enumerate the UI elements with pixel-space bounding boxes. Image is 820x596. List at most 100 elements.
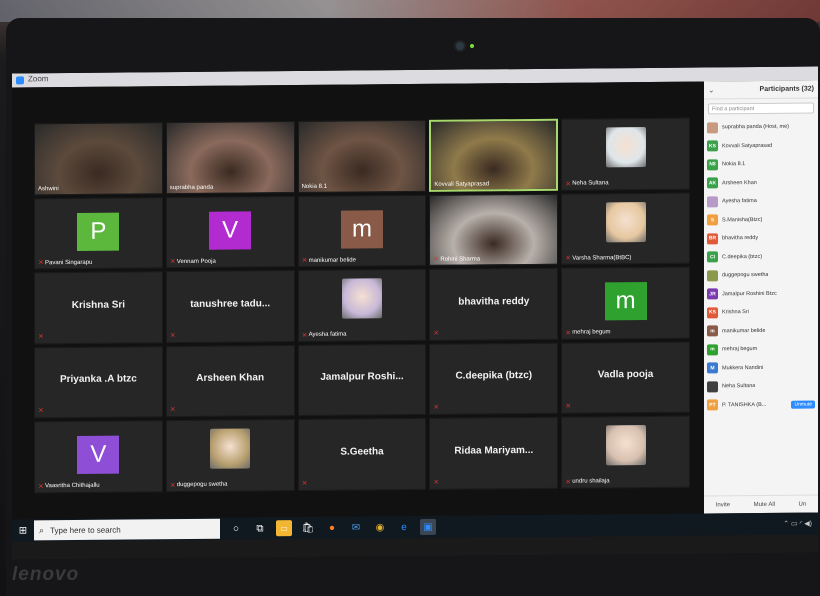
participant-name: manikumar belide [308, 257, 356, 264]
muted-mic-icon: ⨯ [38, 407, 44, 415]
participant-row[interactable]: duggepogu swetha [707, 266, 815, 285]
participant-row[interactable]: BR bhavitha reddy [707, 229, 815, 248]
muted-mic-icon: ⨯ [169, 331, 176, 339]
unmute-button[interactable]: Unmute [791, 400, 815, 409]
video-tile[interactable]: Vadla pooja ⨯ [561, 341, 690, 415]
video-tile[interactable]: Arsheen Khan ⨯ [165, 344, 295, 418]
lenovo-logo: lenovo [12, 564, 80, 585]
profile-picture [605, 425, 646, 466]
participant-row-name: Krishna Sri [722, 309, 749, 316]
participant-avatar: KS [707, 140, 718, 152]
video-tile[interactable]: Jamalpur Roshi... [297, 343, 427, 417]
participant-row-name: C.deepika (btzc) [722, 253, 763, 261]
muted-mic-icon: ⨯ [169, 258, 176, 266]
zoom-app-icon [16, 76, 24, 85]
participant-display-name: tanushree tadu... [190, 297, 271, 310]
profile-picture [341, 278, 382, 319]
participant-avatar [707, 381, 718, 393]
video-tile[interactable]: Krishna Sri ⨯ [34, 271, 163, 345]
participant-row[interactable]: JR Jamalpur Roshini Btzc [707, 284, 815, 303]
taskbar-search[interactable]: ⌕ Type here to search [34, 518, 220, 541]
participant-row[interactable]: S S.Manisha(Btzc) [707, 210, 815, 229]
participant-avatar: JR [707, 288, 718, 300]
firefox-icon[interactable]: ● [324, 520, 340, 536]
video-tile[interactable]: suprabha panda [165, 121, 295, 194]
video-tile[interactable]: Priyanka .A btzc ⨯ [34, 345, 163, 419]
participant-row[interactable]: M Mukkera Nandini [707, 358, 815, 377]
participant-search-input[interactable]: Find a participant [708, 102, 814, 115]
task-view-icon[interactable]: ⧉ [252, 520, 268, 536]
video-tile[interactable]: bhavitha reddy ⨯ [429, 267, 559, 341]
video-tile[interactable]: ⨯ Rohini Sharma [429, 193, 559, 267]
video-tile[interactable]: C.deepika (btzc) ⨯ [429, 342, 559, 416]
video-tile[interactable]: ⨯ Neha Sultana [561, 117, 690, 191]
participant-row[interactable]: Neha Sultana [707, 377, 815, 396]
participant-name-label: ⨯ Varsha Sharma(BtBC) [565, 254, 631, 262]
photo-scene: Zoom Ashwini suprabha panda Nokia 8.1 Kovva… [0, 0, 820, 596]
video-tile[interactable]: P ⨯ Pavani Singarapu [34, 196, 163, 270]
muted-mic-icon: ⨯ [565, 478, 572, 486]
participant-name-label: ⨯ Vaasritha Chithajallu [38, 483, 100, 491]
participant-display-name: Priyanka .A btzc [59, 373, 137, 386]
participant-row[interactable]: AK Arsheen Khan [707, 173, 815, 192]
mute-all-button[interactable]: Mute All [754, 501, 775, 507]
video-tile[interactable]: ⨯ Ayesha fatima [297, 269, 427, 342]
participant-display-name: Vadla pooja [597, 369, 654, 381]
participant-avatar: M [707, 362, 718, 374]
participant-avatar: m [707, 325, 718, 337]
video-tile[interactable]: Ridaa Mariyam... ⨯ [429, 417, 559, 490]
video-tile[interactable]: ⨯ duggepogu swetha [165, 419, 295, 493]
participant-row[interactable]: Ayesha fatima [707, 192, 815, 211]
participant-row[interactable]: m mehraj begum [707, 340, 815, 359]
video-tile[interactable]: Nokia 8.1 [297, 119, 427, 193]
participant-avatar [707, 122, 718, 134]
muted-mic-icon: ⨯ [38, 259, 44, 267]
chrome-icon[interactable]: ◉ [372, 519, 388, 535]
participant-row[interactable]: CI C.deepika (btzc) [707, 247, 815, 266]
video-tile[interactable]: S.Geetha ⨯ [297, 418, 427, 492]
participant-name: Nokia 8.1 [301, 183, 327, 190]
participant-row-name: Neha Sultana [722, 383, 756, 390]
laptop-screen: Zoom Ashwini suprabha panda Nokia 8.1 Kovva… [12, 66, 818, 560]
muted-mic-icon: ⨯ [38, 483, 44, 491]
store-icon[interactable]: 🛍 [300, 520, 316, 536]
system-tray[interactable]: ⌃ ▭ ◜ ◀) [783, 520, 812, 528]
windows-start-icon[interactable]: ⊞ [12, 519, 34, 541]
panel-title: Participants (32) [759, 85, 814, 93]
muted-mic-icon: ⨯ [565, 180, 572, 188]
mail-icon[interactable]: ✉ [348, 519, 364, 535]
video-tile[interactable]: V ⨯ Vennam Pooja [165, 195, 295, 269]
participant-row-name: Kovvali Satyaprasad [722, 142, 773, 150]
participant-row[interactable]: KS Krishna Sri [707, 303, 815, 322]
video-tile[interactable]: ⨯ Varsha Sharma(BtBC) [561, 192, 690, 265]
muted-mic-icon: ⨯ [565, 254, 572, 262]
participant-display-name: Jamalpur Roshi... [320, 371, 404, 384]
participant-name: Ashwini [38, 185, 59, 192]
participant-name-label: ⨯ Pavani Singarapu [38, 259, 92, 266]
participant-row[interactable]: suprabha panda (Host, me) [707, 118, 815, 137]
profile-picture [210, 428, 251, 470]
video-tile[interactable]: tanushree tadu... ⨯ [165, 270, 295, 343]
video-tile[interactable]: m ⨯ manikumar belide [297, 194, 427, 268]
participant-row[interactable]: KS Kovvali Satyaprasad [707, 136, 815, 155]
edge-icon[interactable]: e [396, 519, 412, 535]
participant-name: Ayesha fatima [308, 331, 347, 339]
participant-row[interactable]: m manikumar belide [707, 321, 815, 340]
video-tile[interactable]: ⨯ undru shailaja [561, 415, 690, 489]
file-explorer-icon[interactable]: ▭ [276, 520, 292, 537]
participant-row-name: bhavitha reddy [722, 235, 759, 242]
invite-button[interactable]: Invite [716, 502, 730, 508]
zoom-taskbar-icon[interactable]: ▣ [420, 518, 436, 535]
participant-row[interactable]: N8 Nokia 8.1 [707, 155, 815, 174]
more-button[interactable]: Un [799, 501, 807, 507]
video-tile[interactable]: Ashwini [34, 122, 163, 195]
cortana-icon[interactable]: ○ [228, 520, 244, 536]
panel-header: ⌄ Participants (32) [704, 80, 818, 100]
participant-row[interactable]: PT P. TANISHKA (B... Unmute [707, 395, 815, 414]
video-tile[interactable]: m ⨯ mehraj begum [561, 266, 690, 340]
video-tile[interactable]: Kovvali Satyaprasad [429, 118, 559, 192]
video-tile[interactable]: V ⨯ Vaasritha Chithajallu [34, 420, 163, 494]
chevron-down-icon[interactable]: ⌄ [708, 85, 715, 94]
avatar-letter: m [604, 282, 647, 321]
participant-name: Vaasritha Chithajallu [45, 483, 100, 490]
